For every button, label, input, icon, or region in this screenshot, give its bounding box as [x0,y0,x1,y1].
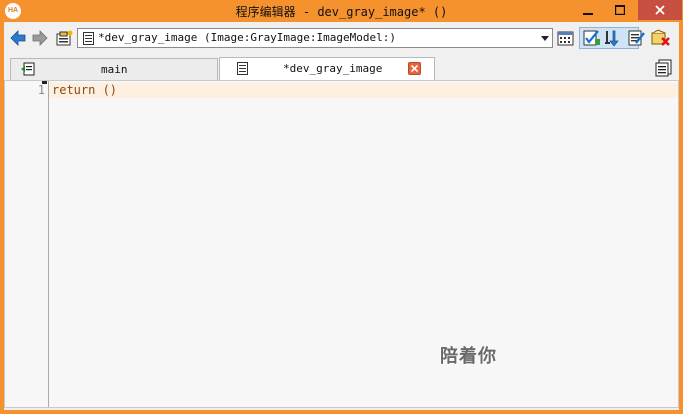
code-editor[interactable]: 1 return () 陪着你 [4,80,679,408]
procedure-select-value: *dev_gray_image (Image:GrayImage:ImageMo… [98,31,397,44]
tab-main-label: main [101,63,128,76]
maximize-icon [615,5,625,15]
calendar-button[interactable] [557,29,575,47]
line-number: 1 [37,83,45,97]
procedure-interface-icon [56,30,73,46]
calendar-icon [557,31,574,46]
document-icon [237,62,248,75]
procedure-select[interactable]: *dev_gray_image (Image:GrayImage:ImageMo… [77,28,553,48]
back-button[interactable] [9,29,27,47]
minimize-button[interactable] [574,0,602,20]
procedure-interface-button[interactable] [55,29,73,47]
delete-procedure-button[interactable] [651,29,671,47]
close-icon [410,64,419,73]
edit-check-icon [583,30,600,46]
forward-button[interactable] [31,29,49,47]
edit-list-icon [628,30,645,46]
back-arrow-icon [10,30,26,46]
main-procedure-icon [21,62,35,76]
forward-arrow-icon [32,30,48,46]
window-frame: *dev_gray_image (Image:GrayImage:ImageMo… [4,22,679,410]
tab-bar: main *dev_gray_image [4,56,679,81]
tab-dev-gray-image[interactable]: *dev_gray_image [219,57,435,81]
minimize-icon [583,13,593,15]
tab-list-icon [655,59,672,77]
tab-main[interactable]: main [10,58,218,80]
chevron-down-icon [541,36,549,41]
step-down-icon [605,30,619,47]
document-icon [83,32,94,45]
delete-procedure-icon [651,29,670,46]
maximize-button[interactable] [606,0,634,20]
toolbar: *dev_gray_image (Image:GrayImage:ImageMo… [4,22,679,54]
code-line[interactable]: return () [52,83,117,97]
caption-overlay: 陪着你 [440,346,497,367]
edit-check-button[interactable] [583,29,601,47]
close-button[interactable] [638,0,682,20]
tab-list-button[interactable] [655,59,673,81]
line-number-gutter: 1 [5,81,49,407]
title-bar[interactable]: HA 程序编辑器 - dev_gray_image* () [0,0,683,22]
edit-list-button[interactable] [628,29,646,47]
current-line-highlight [49,83,678,98]
step-down-button[interactable] [604,29,622,47]
tab-close-button[interactable] [408,62,421,75]
tab-dev-gray-image-label: *dev_gray_image [283,62,383,75]
close-icon [655,5,665,15]
